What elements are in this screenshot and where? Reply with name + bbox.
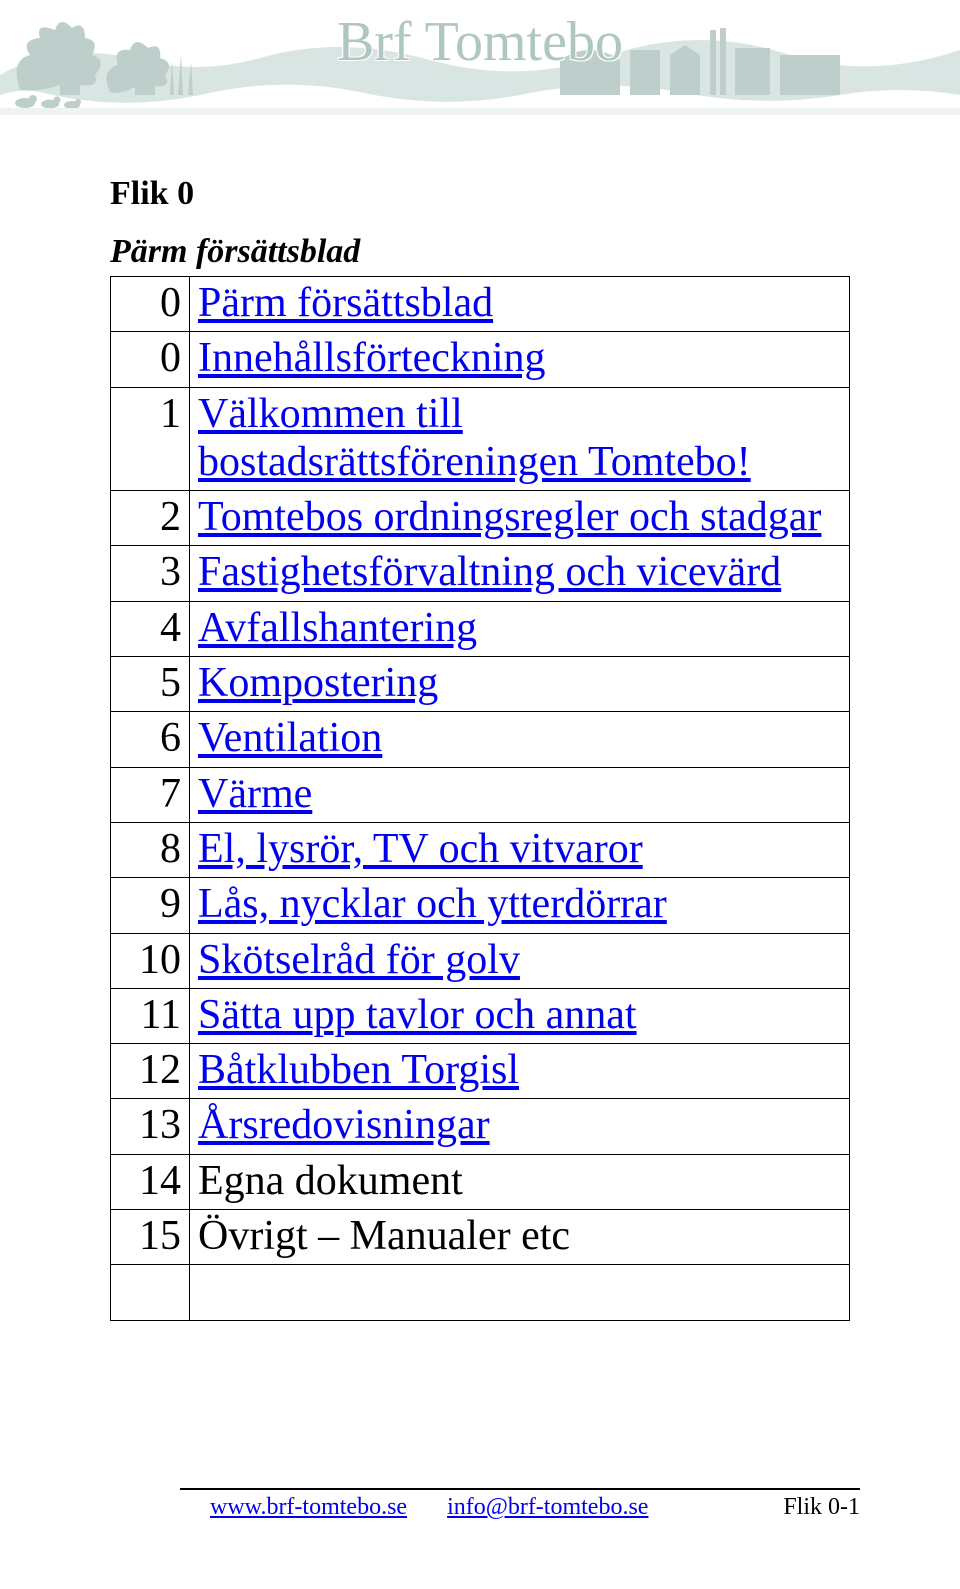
toc-label-cell: Lås, nycklar och ytterdörrar <box>190 878 850 933</box>
footer-email-link[interactable]: info@brf-tomtebo.se <box>447 1494 648 1520</box>
table-row: 0Pärm försättsblad <box>111 277 850 332</box>
table-row: 0Innehållsförteckning <box>111 332 850 387</box>
page-title: Flik 0 <box>110 175 860 213</box>
table-row: 6Ventilation <box>111 712 850 767</box>
table-row: 15Övrigt – Manualer etc <box>111 1210 850 1265</box>
footer-site-link[interactable]: www.brf-tomtebo.se <box>210 1494 407 1520</box>
toc-number: 0 <box>111 277 190 332</box>
toc-label-cell: Sätta upp tavlor och annat <box>190 988 850 1043</box>
toc-number: 6 <box>111 712 190 767</box>
table-row: 12Båtklubben Torgisl <box>111 1044 850 1099</box>
toc-link[interactable]: Pärm försättsblad <box>198 280 493 326</box>
toc-link[interactable]: Skötselråd för golv <box>198 937 520 983</box>
toc-number: 13 <box>111 1099 190 1154</box>
toc-number: 9 <box>111 878 190 933</box>
toc-number: 12 <box>111 1044 190 1099</box>
table-row: 11Sätta upp tavlor och annat <box>111 988 850 1043</box>
toc-number: 10 <box>111 933 190 988</box>
toc-link[interactable]: Fastighetsförvaltning och vicevärd <box>198 549 781 595</box>
toc-label-cell: Årsredovisningar <box>190 1099 850 1154</box>
table-row: 1Välkommen till bostadsrättsföreningen T… <box>111 387 850 491</box>
toc-link[interactable]: Lås, nycklar och ytterdörrar <box>198 881 667 927</box>
table-row: 5Kompostering <box>111 657 850 712</box>
toc-label-cell: Egna dokument <box>190 1154 850 1209</box>
header-banner: Brf Tomtebo <box>0 0 960 115</box>
toc-label-cell: Båtklubben Torgisl <box>190 1044 850 1099</box>
toc-number: 4 <box>111 601 190 656</box>
toc-link[interactable]: Välkommen till bostadsrättsföreningen To… <box>198 391 751 485</box>
toc-label-cell: Värme <box>190 767 850 822</box>
toc-link[interactable]: Värme <box>198 771 312 817</box>
table-row: 3Fastighetsförvaltning och vicevärd <box>111 546 850 601</box>
toc-number: 15 <box>111 1210 190 1265</box>
toc-label-cell: Fastighetsförvaltning och vicevärd <box>190 546 850 601</box>
toc-label-cell: Välkommen till bostadsrättsföreningen To… <box>190 387 850 491</box>
table-row: 10Skötselråd för golv <box>111 933 850 988</box>
toc-link[interactable]: Kompostering <box>198 660 438 706</box>
toc-number: 0 <box>111 332 190 387</box>
toc-number: 2 <box>111 491 190 546</box>
toc-label-cell: Tomtebos ordningsregler och stadgar <box>190 491 850 546</box>
table-row: 14Egna dokument <box>111 1154 850 1209</box>
table-row: 4Avfallshantering <box>111 601 850 656</box>
table-row: 2Tomtebos ordningsregler och stadgar <box>111 491 850 546</box>
page-subtitle: Pärm försättsblad <box>110 233 860 271</box>
toc-link[interactable]: Båtklubben Torgisl <box>198 1047 519 1093</box>
toc-link[interactable]: El, lysrör, TV och vitvaror <box>198 826 643 872</box>
banner-silhouette <box>0 0 960 115</box>
table-row <box>111 1265 850 1320</box>
table-row: 13Årsredovisningar <box>111 1099 850 1154</box>
toc-number: 1 <box>111 387 190 491</box>
toc-label-cell: Avfallshantering <box>190 601 850 656</box>
toc-link[interactable]: Ventilation <box>198 715 382 761</box>
toc-label-cell: Skötselråd för golv <box>190 933 850 988</box>
toc-number: 5 <box>111 657 190 712</box>
toc-number: 8 <box>111 822 190 877</box>
toc-link[interactable]: Sätta upp tavlor och annat <box>198 992 637 1038</box>
toc-label-cell: Övrigt – Manualer etc <box>190 1210 850 1265</box>
toc-label-cell: Ventilation <box>190 712 850 767</box>
toc-link[interactable]: Årsredovisningar <box>198 1102 490 1148</box>
toc-label-cell: Kompostering <box>190 657 850 712</box>
toc-link[interactable]: Avfallshantering <box>198 605 477 651</box>
toc-number: 7 <box>111 767 190 822</box>
footer-page-number: Flik 0-1 <box>783 1494 860 1521</box>
toc-link[interactable]: Innehållsförteckning <box>198 335 546 381</box>
toc-label-cell: Pärm försättsblad <box>190 277 850 332</box>
toc-number <box>111 1265 190 1320</box>
page-footer: www.brf-tomtebo.se info@brf-tomtebo.se F… <box>0 1488 960 1521</box>
toc-number: 11 <box>111 988 190 1043</box>
table-row: 9Lås, nycklar och ytterdörrar <box>111 878 850 933</box>
table-row: 7Värme <box>111 767 850 822</box>
toc-number: 14 <box>111 1154 190 1209</box>
toc-label-cell <box>190 1265 850 1320</box>
toc-label-cell: Innehållsförteckning <box>190 332 850 387</box>
toc-link[interactable]: Tomtebos ordningsregler och stadgar <box>198 494 821 540</box>
toc-table: 0Pärm försättsblad0Innehållsförteckning1… <box>110 276 850 1321</box>
toc-label-cell: El, lysrör, TV och vitvaror <box>190 822 850 877</box>
footer-divider <box>180 1488 860 1490</box>
toc-number: 3 <box>111 546 190 601</box>
table-row: 8El, lysrör, TV och vitvaror <box>111 822 850 877</box>
